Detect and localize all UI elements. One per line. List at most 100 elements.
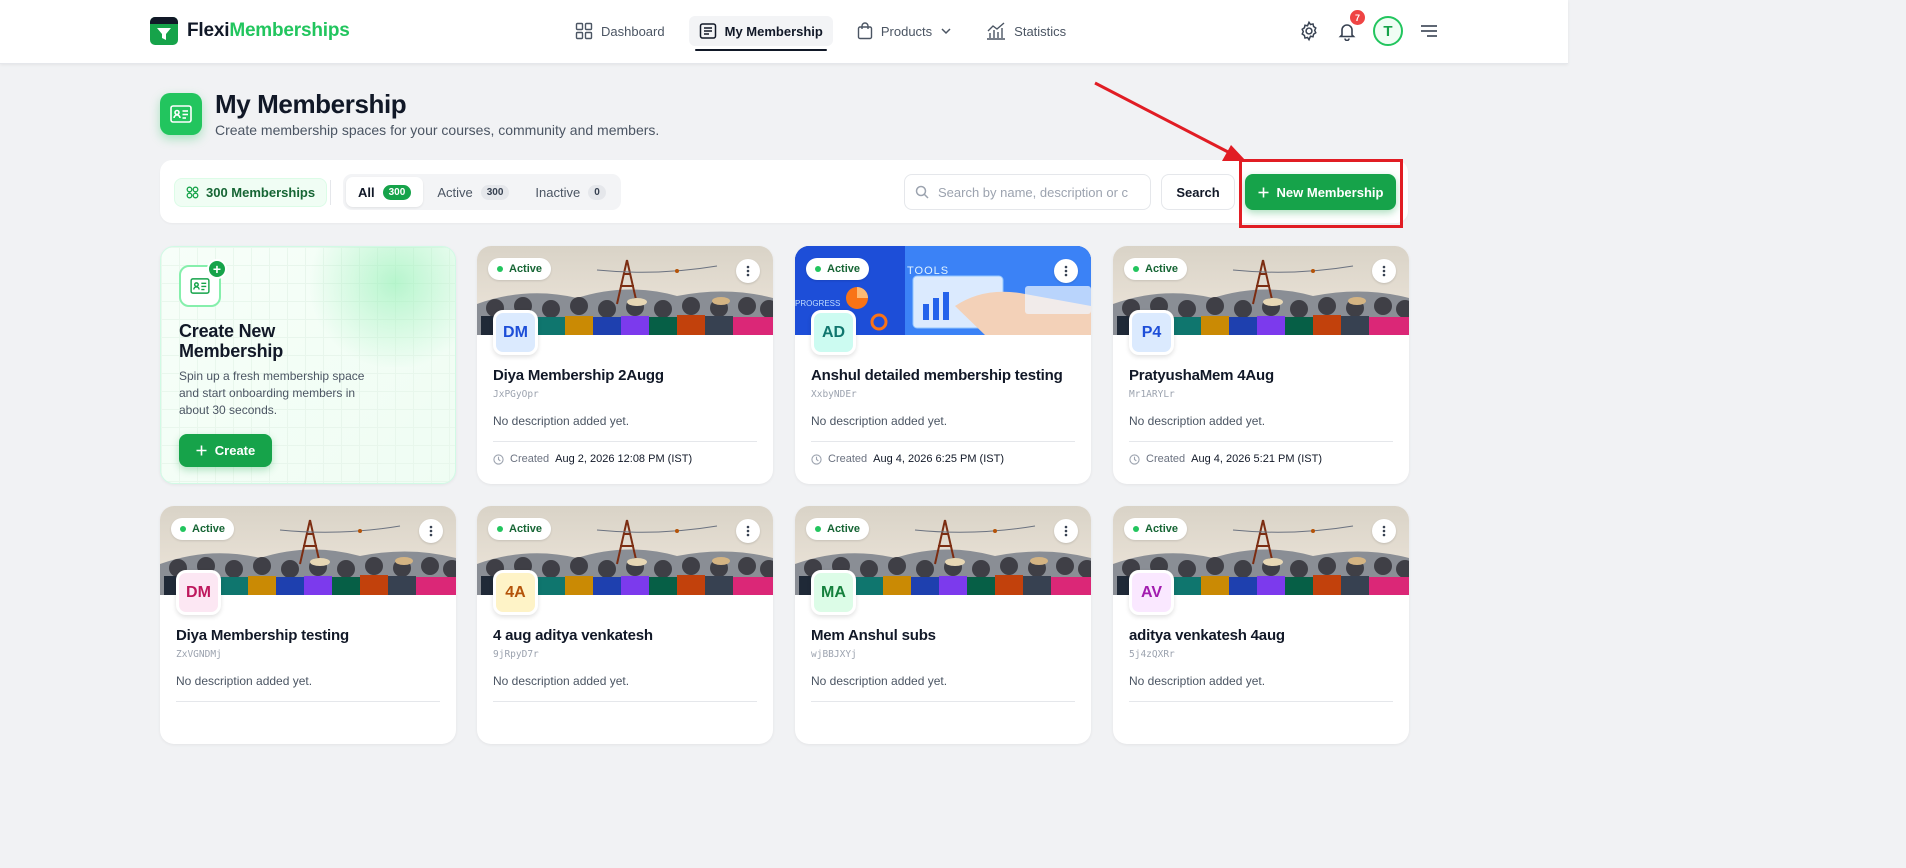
page-subtitle: Create membership spaces for your course… [215, 122, 660, 138]
membership-description: No description added yet. [1129, 414, 1266, 428]
card-options-button[interactable] [1054, 519, 1078, 543]
divider [811, 441, 1075, 442]
membership-description: No description added yet. [1129, 674, 1266, 688]
membership-initials-avatar: P4 [1129, 310, 1174, 355]
created-value: Aug 2, 2026 12:08 PM (IST) [555, 453, 693, 465]
membership-name[interactable]: Diya Membership testing [176, 627, 444, 644]
membership-description: No description added yet. [811, 674, 948, 688]
tab-label: Inactive [535, 184, 581, 200]
membership-code: Mr1ARYLr [1129, 389, 1175, 400]
create-card-title: Create New Membership [179, 321, 284, 361]
divider [1129, 441, 1393, 442]
membership-card[interactable]: TOOLS PROGRESS Active AD Anshul detailed… [795, 246, 1091, 484]
card-options-button[interactable] [419, 519, 443, 543]
tab-count: 300 [480, 184, 510, 200]
nav-my-membership[interactable]: My Membership [688, 16, 833, 51]
membership-name[interactable]: PratyushaMem 4Aug [1129, 367, 1397, 384]
membership-code: ZxVGNDMj [176, 649, 222, 660]
membership-code: JxPGyOpr [493, 389, 539, 400]
brand-name: FlexiMemberships [187, 20, 350, 41]
plus-badge-icon: + [207, 259, 227, 279]
membership-card[interactable]: Active AV aditya venkatesh 4aug 5j4zQXRr… [1113, 506, 1409, 744]
nav-label: Products [880, 23, 933, 39]
status-dot-icon [497, 266, 503, 272]
card-options-button[interactable] [1372, 259, 1396, 283]
notifications-button[interactable]: 7 [1335, 10, 1365, 43]
nav-dashboard[interactable]: Dashboard [565, 16, 675, 46]
membership-name[interactable]: Mem Anshul subs [811, 627, 1079, 644]
nav-label: Statistics [1014, 23, 1067, 39]
bag-icon [857, 22, 873, 40]
search-icon [915, 185, 929, 199]
status-label: Active [509, 523, 543, 535]
created-prefix: Created [1146, 453, 1186, 465]
create-button[interactable]: Create [179, 434, 272, 467]
created-date: Created Aug 2, 2026 12:08 PM (IST) [493, 453, 692, 465]
status-dot-icon [497, 526, 503, 532]
clock-icon [811, 453, 822, 465]
status-label: Active [1145, 523, 1179, 535]
nav-statistics[interactable]: Statistics [976, 16, 1076, 46]
card-options-button[interactable] [736, 519, 760, 543]
status-badge: Active [1124, 518, 1188, 540]
status-dot-icon [180, 526, 186, 532]
settings-button[interactable] [1297, 19, 1321, 43]
created-value: Aug 4, 2026 6:25 PM (IST) [873, 453, 1004, 465]
nav-label: Dashboard [601, 23, 665, 39]
search-field [904, 174, 1151, 210]
main-nav: Dashboard My Membership Products Statist… [565, 16, 1076, 51]
page-icon [160, 93, 202, 135]
plus-icon [196, 445, 207, 456]
membership-name[interactable]: Anshul detailed membership testing [811, 367, 1079, 384]
membership-card[interactable]: Active DM Diya Membership 2Augg JxPGyOpr… [477, 246, 773, 484]
status-badge: Active [806, 518, 870, 540]
membership-card[interactable]: Active MA Mem Anshul subs wjBBJXYj No de… [795, 506, 1091, 744]
tab-active[interactable]: Active 300 [425, 177, 521, 207]
divider [493, 441, 757, 442]
divider [811, 701, 1075, 702]
membership-code: 5j4zQXRr [1129, 649, 1175, 660]
menu-button[interactable] [1417, 19, 1441, 43]
tab-label: Active [437, 184, 473, 200]
membership-card[interactable]: Active DM Diya Membership testing ZxVGND… [160, 506, 456, 744]
create-membership-card[interactable]: + Create New Membership Spin up a fresh … [160, 246, 456, 484]
membership-card[interactable]: Active P4 PratyushaMem 4Aug Mr1ARYLr No … [1113, 246, 1409, 484]
membership-card[interactable]: Active 4A 4 aug aditya venkatesh 9jRpyD7… [477, 506, 773, 744]
card-options-button[interactable] [1372, 519, 1396, 543]
membership-icon [699, 23, 716, 39]
brand-logo[interactable]: FlexiMemberships [150, 17, 350, 45]
grid-icon [575, 22, 593, 40]
id-card-icon [190, 278, 210, 294]
tab-label: All [358, 184, 375, 200]
search-input[interactable] [938, 184, 1128, 200]
nav-products[interactable]: Products [847, 16, 962, 46]
membership-initials-avatar: 4A [493, 570, 538, 615]
gear-icon [1301, 20, 1317, 42]
status-dot-icon [815, 266, 821, 272]
user-avatar[interactable]: T [1373, 16, 1403, 46]
status-label: Active [827, 263, 861, 275]
divider [1129, 701, 1393, 702]
more-vertical-icon [429, 525, 433, 537]
tab-count: 0 [588, 184, 606, 200]
membership-name[interactable]: aditya venkatesh 4aug [1129, 627, 1397, 644]
membership-name[interactable]: 4 aug aditya venkatesh [493, 627, 761, 644]
card-options-button[interactable] [736, 259, 760, 283]
more-vertical-icon [1064, 265, 1068, 277]
search-button[interactable]: Search [1161, 174, 1235, 210]
membership-name[interactable]: Diya Membership 2Augg [493, 367, 761, 384]
total-memberships-label: 300 Memberships [206, 185, 316, 200]
id-card-icon [170, 105, 192, 123]
top-navigation-bar: FlexiMemberships Dashboard My Membership… [0, 0, 1568, 64]
tab-inactive[interactable]: Inactive 0 [523, 177, 617, 207]
status-badge: Active [488, 518, 552, 540]
card-options-button[interactable] [1054, 259, 1078, 283]
chart-icon [987, 22, 1006, 40]
filter-bar: 300 Memberships All 300 Active 300 Inact… [160, 160, 1408, 223]
membership-initials-avatar: DM [176, 570, 221, 615]
membership-description: No description added yet. [176, 674, 313, 688]
status-label: Active [192, 523, 226, 535]
header-tools: 7 T [1297, 10, 1441, 46]
tab-all[interactable]: All 300 [346, 177, 424, 207]
membership-description: No description added yet. [493, 674, 630, 688]
